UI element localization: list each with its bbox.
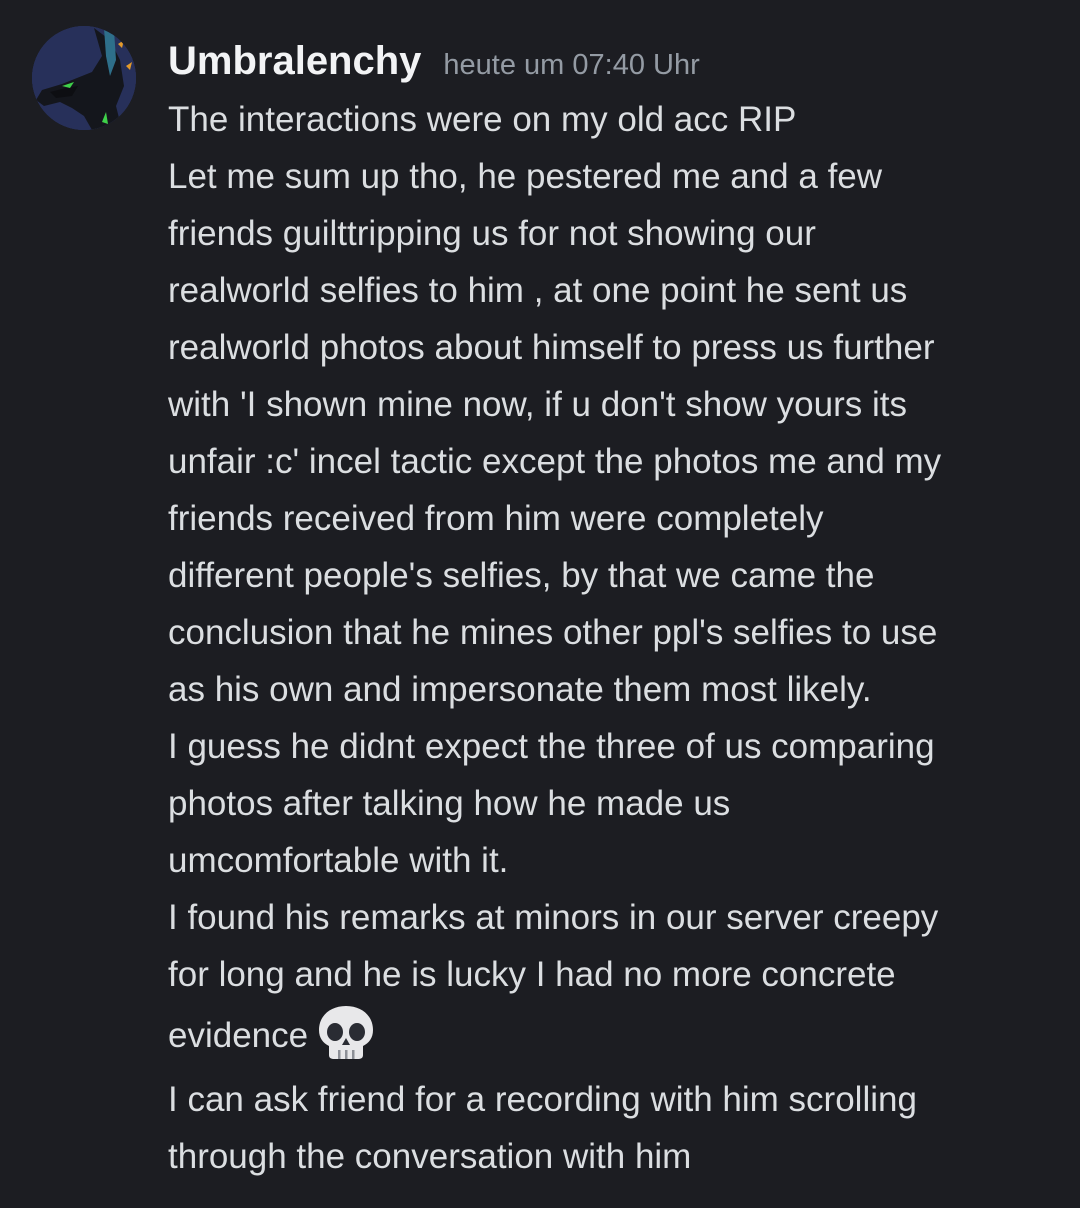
message-line-text: evidence bbox=[168, 1016, 309, 1055]
message-line: Let me sum up tho, he pestered me and a … bbox=[168, 157, 883, 196]
message-line: realworld selfies to him , at one point … bbox=[168, 271, 908, 310]
message-line-with-emoji: evidence bbox=[168, 1003, 1048, 1071]
chat-message: Umbralenchy heute um 07:40 Uhr The inter… bbox=[0, 0, 1080, 1208]
message-content: The interactions were on my old acc RIP … bbox=[168, 91, 1048, 1185]
message-line: I can ask friend for a recording with hi… bbox=[168, 1080, 917, 1119]
message-line: friends received from him were completel… bbox=[168, 499, 824, 538]
message-line: I found his remarks at minors in our ser… bbox=[168, 898, 939, 937]
message-line: different people's selfies, by that we c… bbox=[168, 556, 875, 595]
message-line: umcomfortable with it. bbox=[168, 841, 509, 880]
message-line: with 'I shown mine now, if u don't show … bbox=[168, 385, 907, 424]
message-line: The interactions were on my old acc RIP bbox=[168, 100, 797, 139]
message-header: Umbralenchy heute um 07:40 Uhr bbox=[168, 36, 700, 88]
message-line: I guess he didnt expect the three of us … bbox=[168, 727, 935, 766]
skull-icon[interactable] bbox=[316, 1003, 376, 1061]
message-line: conclusion that he mines other ppl's sel… bbox=[168, 613, 938, 652]
message-line: through the conversation with him bbox=[168, 1137, 692, 1176]
timestamp: heute um 07:40 Uhr bbox=[443, 49, 700, 81]
username[interactable]: Umbralenchy bbox=[168, 36, 421, 86]
avatar[interactable] bbox=[32, 26, 136, 130]
message-line: photos after talking how he made us bbox=[168, 784, 731, 823]
message-line: unfair :c' incel tactic except the photo… bbox=[168, 442, 942, 481]
message-line: friends guilttripping us for not showing… bbox=[168, 214, 816, 253]
message-line: realworld photos about himself to press … bbox=[168, 328, 935, 367]
message-line: for long and he is lucky I had no more c… bbox=[168, 955, 896, 994]
message-line: as his own and impersonate them most lik… bbox=[168, 670, 872, 709]
avatar-image bbox=[32, 26, 136, 130]
